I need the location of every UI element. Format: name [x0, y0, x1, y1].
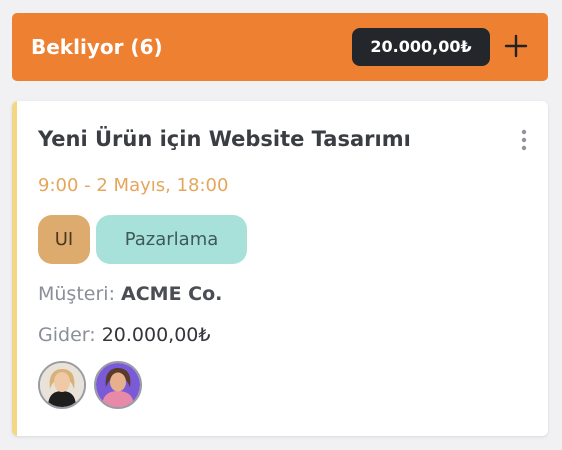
tag-pazarlama[interactable]: Pazarlama — [96, 215, 247, 264]
column-title: Bekliyor (6) — [31, 35, 163, 59]
user-avatar-2 — [96, 363, 140, 407]
card-accent-bar — [12, 101, 17, 436]
assignee-avatar[interactable] — [38, 361, 86, 409]
column-header: Bekliyor (6) 20.000,00₺ — [12, 13, 548, 81]
expense-row: Gider: 20.000,00₺ — [38, 322, 210, 348]
expense-label: Gider: — [38, 324, 96, 346]
plus-icon — [504, 34, 528, 58]
tag-ui[interactable]: UI — [38, 215, 90, 264]
assignee-avatar[interactable] — [94, 361, 142, 409]
add-card-button[interactable] — [501, 31, 531, 61]
card-title[interactable]: Yeni Ürün için Website Tasarımı — [38, 125, 411, 153]
card-menu-button[interactable] — [512, 127, 536, 155]
customer-row: Müşteri: ACME Co. — [38, 281, 222, 307]
kanban-column: Bekliyor (6) 20.000,00₺ Yeni Ürün için W… — [0, 0, 562, 450]
expense-value: 20.000,00₺ — [101, 324, 211, 346]
customer-value: ACME Co. — [121, 283, 223, 305]
task-card[interactable]: Yeni Ürün için Website Tasarımı 9:00 - 2… — [12, 101, 548, 436]
more-vertical-icon — [521, 129, 527, 151]
column-total-badge: 20.000,00₺ — [352, 28, 490, 66]
customer-label: Müşteri: — [38, 283, 115, 305]
card-date-range: 9:00 - 2 Mayıs, 18:00 — [38, 175, 229, 196]
user-avatar-1 — [40, 363, 84, 407]
